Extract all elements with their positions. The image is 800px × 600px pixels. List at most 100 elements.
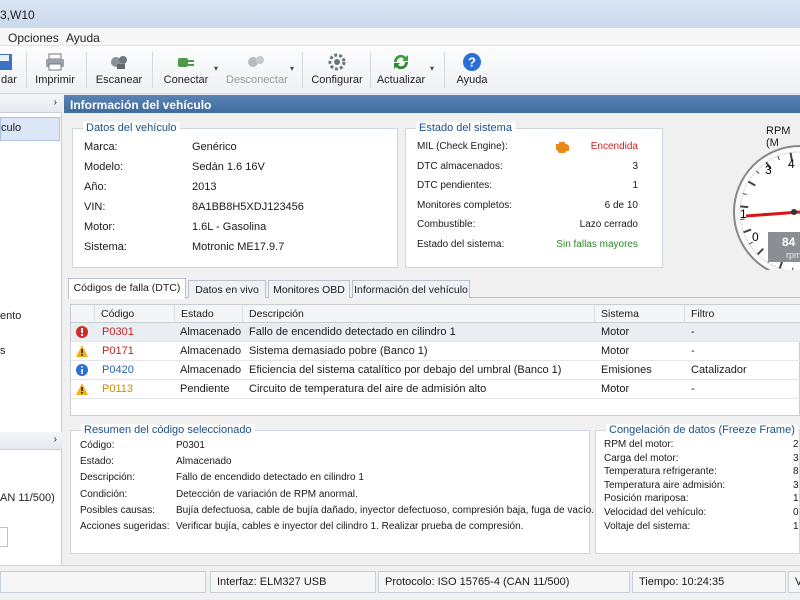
dtc-estado: Pendiente	[180, 383, 230, 395]
freeze-label: RPM del motor:	[604, 439, 674, 450]
update-button[interactable]: Actualizar	[376, 48, 426, 92]
vehicle-value: Genérico	[192, 141, 237, 153]
status-tiempo: Tiempo: 10:24:35	[632, 571, 786, 593]
dtc-filtro: -	[691, 345, 695, 357]
dtc-sistema: Motor	[601, 326, 630, 338]
table-header[interactable]: Descripción	[243, 305, 595, 323]
print-button[interactable]: Imprimir	[32, 48, 78, 92]
freeze-label: Temperatura refrigerante:	[604, 466, 717, 478]
summary-label: Posibles causas:	[80, 504, 156, 516]
dtc-estado: Almacenado	[180, 364, 242, 376]
save-button[interactable]: dar	[0, 48, 18, 92]
table-row[interactable]: P0420 Almacenado Eficiencia del sistema ca…	[71, 361, 800, 380]
vehicle-value: Motronic ME17.9.7	[192, 241, 285, 253]
gauge-tick	[792, 267, 794, 270]
vehicle-value: 8A1BB8H5XDJ123456	[192, 201, 304, 213]
system-label: Monitores completos:	[417, 199, 513, 211]
toolbar-separator	[26, 52, 27, 88]
vehicle-label: Año:	[84, 181, 107, 193]
configure-button[interactable]: Configurar	[310, 48, 364, 92]
expand-icon[interactable]: ›	[54, 97, 57, 108]
tab-monitores-obd[interactable]: Monitores OBD	[268, 280, 350, 298]
summary-value: Verificar bujía, cables e inyector del c…	[176, 521, 524, 532]
system-value: 1	[632, 180, 638, 191]
menu-bar: Opciones Ayuda	[0, 28, 800, 46]
nav-item-mantenimiento[interactable]: ento	[0, 310, 21, 322]
tab-dtc[interactable]: Códigos de falla (DTC)	[68, 278, 186, 299]
menu-ayuda[interactable]: Ayuda	[66, 31, 100, 45]
tab-informacion-vehiculo[interactable]: Información del vehículo	[352, 280, 470, 298]
vehicle-value: Sedán 1.6 16V	[192, 161, 265, 173]
table-row[interactable]: P0171 Almacenado Sistema demasiado pobre (…	[71, 342, 800, 361]
nav-item-s[interactable]: s	[0, 345, 6, 357]
gauge-hub	[791, 209, 797, 215]
help-icon: ?	[463, 53, 481, 71]
connect-button[interactable]: Conectar	[160, 48, 212, 92]
dtc-code: P0171	[102, 345, 134, 357]
disconnect-icon	[248, 56, 264, 67]
help-button[interactable]: ? Ayuda	[452, 48, 492, 92]
table-row[interactable]: P0113 Pendiente Circuito de temperatura de…	[71, 380, 800, 399]
summary-title: Resumen del código seleccionado	[81, 424, 255, 436]
table-header[interactable]: Sistema	[595, 305, 685, 323]
gauge-tick-label: 1	[740, 207, 747, 221]
save-icon	[0, 54, 12, 70]
rpm-gauge: 0 1 3 4 84 rpm	[733, 145, 800, 270]
system-label: DTC pendientes:	[417, 180, 493, 191]
table-header[interactable]: Código	[95, 305, 175, 323]
dtc-estado: Almacenado	[180, 326, 242, 338]
freeze-value: 1	[793, 493, 799, 505]
summary-label: Estado:	[80, 456, 114, 468]
toolbar-separator	[444, 52, 445, 88]
dtc-filtro: -	[691, 326, 695, 338]
svg-text:?: ?	[468, 55, 476, 70]
system-label: DTC almacenados:	[417, 160, 503, 172]
dtc-descripcion: Circuito de temperatura del aire de admi…	[249, 383, 487, 395]
section-header: Información del vehículo	[64, 95, 800, 113]
system-label: Estado del sistema:	[417, 238, 505, 250]
expand-icon[interactable]: ›	[54, 434, 57, 445]
vehicle-label: VIN:	[84, 201, 106, 213]
left-panel-button[interactable]	[0, 527, 8, 547]
status-bar: Interfaz: ELM327 USB Protocolo: ISO 1576…	[0, 565, 800, 600]
system-value: 3	[632, 160, 638, 172]
gauge-tick-label: 0	[752, 230, 759, 244]
dtc-sistema: Emisiones	[601, 364, 652, 376]
freeze-value: 2	[793, 439, 799, 450]
freeze-value: 8	[793, 466, 799, 478]
table-row[interactable]: P0301 Almacenado Fallo de encendido detect…	[71, 323, 800, 342]
vehicle-label: Modelo:	[84, 161, 124, 173]
summary-value: Bujía defectuosa, cable de bujía dañado,…	[176, 504, 595, 516]
nav-item-vehiculo[interactable]: culo	[0, 117, 60, 141]
warning-icon	[75, 344, 89, 361]
vehicle-label: Motor:	[84, 221, 116, 233]
system-label: Combustible:	[417, 219, 476, 230]
left-panel-header[interactable]: ›	[0, 95, 62, 113]
freeze-label: Posición mariposa:	[604, 493, 689, 505]
freeze-frame-title: Congelación de datos (Freeze Frame)	[606, 424, 798, 436]
update-dropdown-icon[interactable]: ▾	[430, 64, 434, 73]
table-header[interactable]: Filtro	[685, 305, 800, 323]
tab-datos-en-vivo[interactable]: Datos en vivo	[188, 280, 266, 298]
system-value: Sin fallas mayores	[556, 238, 638, 250]
menu-opciones[interactable]: Opciones	[8, 31, 59, 45]
system-label: MIL (Check Engine):	[417, 141, 508, 152]
table-header[interactable]: Estado	[175, 305, 243, 323]
freeze-value: 0	[793, 507, 799, 518]
left-panel-header-2[interactable]: ›	[0, 432, 62, 450]
connect-icon	[178, 58, 194, 67]
freeze-label: Carga del motor:	[604, 452, 679, 464]
dtc-sistema: Motor	[601, 345, 630, 357]
system-value: 6 de 10	[604, 199, 638, 211]
title-bar: 3,W10	[0, 0, 800, 28]
freeze-label: Velocidad del vehículo:	[604, 507, 707, 518]
left-panel: › culo ento s › AN 11/500)	[0, 95, 62, 565]
summary-label: Descripción:	[80, 472, 136, 484]
disconnect-dropdown-icon[interactable]: ▾	[290, 64, 294, 73]
freeze-label: Temperatura aire admisión:	[604, 479, 726, 491]
connect-dropdown-icon[interactable]: ▾	[214, 64, 218, 73]
tab-bar: Códigos de falla (DTC) Datos en vivo Mon…	[68, 278, 800, 299]
scan-button[interactable]: Escanear	[94, 48, 144, 92]
scan-icon	[111, 56, 127, 69]
disconnect-button[interactable]: Desconectar	[226, 48, 288, 92]
